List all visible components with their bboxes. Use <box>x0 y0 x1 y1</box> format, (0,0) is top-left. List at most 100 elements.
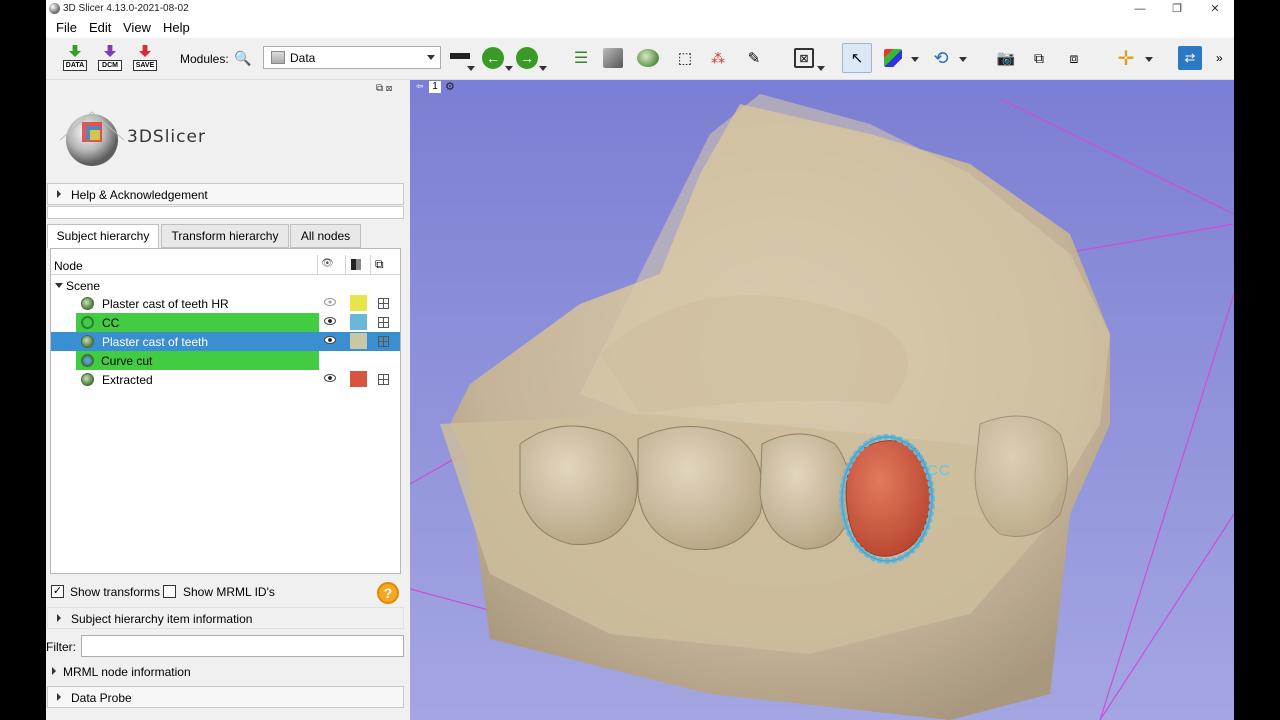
place-markup-button[interactable] <box>884 44 902 72</box>
column-divider <box>345 255 346 275</box>
pin-icon[interactable]: ⇦ <box>416 81 424 92</box>
grid-icon[interactable] <box>378 298 389 309</box>
data-probe-label: Data Probe <box>71 691 132 705</box>
model-icon <box>81 297 94 310</box>
subject-hierarchy-tree[interactable]: Node 👁 ⧉ Scene Plaster cast of teeth HR <box>50 248 401 574</box>
arrow-left-icon: ← <box>482 47 504 69</box>
maximize-button[interactable]: ❐ <box>1166 1 1188 17</box>
tab-subject-hierarchy[interactable]: Subject hierarchy <box>47 224 159 249</box>
window-title: 3D Slicer 4.13.0-2021-08-02 <box>63 3 189 14</box>
transforms-module-button[interactable]: ⬚ <box>673 44 697 72</box>
show-mrml-ids-checkbox[interactable] <box>163 585 176 598</box>
curve-cc-label: CC <box>927 462 951 479</box>
mrml-node-information-section[interactable]: MRML node information <box>46 660 399 682</box>
grid-icon[interactable] <box>378 336 389 347</box>
chevron-down-icon <box>539 66 547 71</box>
item-information-section[interactable]: Subject hierarchy item information <box>47 607 404 629</box>
column-divider <box>370 255 371 275</box>
caret-right-icon <box>57 190 61 198</box>
pointer-arrow-icon: ↖ <box>842 43 872 73</box>
scene-view-button[interactable]: ⧉ <box>1027 44 1051 72</box>
tree-row[interactable]: Extracted <box>51 370 400 389</box>
color-swatch[interactable] <box>350 371 367 387</box>
transform-icon: ⬚ <box>677 50 693 67</box>
tree-row[interactable]: Curve cut <box>51 351 400 370</box>
load-dicom-icon: DCM <box>98 45 122 71</box>
minimize-button[interactable]: — <box>1129 1 1151 17</box>
help-acknowledgement-section[interactable]: Help & Acknowledgement <box>47 183 404 205</box>
crosshair-mode-button[interactable]: ⟲ <box>929 44 953 72</box>
segment-editor-button[interactable]: ✎ <box>742 44 766 72</box>
module-selector[interactable]: Data <box>263 46 441 69</box>
view-number: 1 <box>429 81 441 93</box>
crosshair-button[interactable]: ✛ <box>1114 44 1138 72</box>
tree-row[interactable]: Plaster cast of teeth HR <box>51 294 400 313</box>
grid-icon[interactable] <box>378 374 389 385</box>
history-bar-icon <box>450 53 470 59</box>
modules-label: Modules: <box>180 52 229 66</box>
node-label: Plaster cast of teeth HR <box>102 297 229 311</box>
module-search-icon[interactable]: 🔍 <box>234 44 251 72</box>
chevron-down-icon <box>911 57 919 62</box>
scene-restore-button[interactable]: ⧈ <box>1062 44 1086 72</box>
view-layout-button[interactable]: ⊠ <box>794 44 814 72</box>
caret-down-icon[interactable] <box>55 283 63 288</box>
eye-closed-icon[interactable] <box>324 298 336 306</box>
extension-manager-button[interactable]: ⇄ <box>1178 44 1202 72</box>
load-data-button[interactable]: DATA <box>63 44 87 72</box>
color-swatch[interactable] <box>350 295 367 311</box>
toolbar-overflow-button[interactable]: » <box>1216 44 1223 72</box>
tree-row[interactable]: CC <box>51 313 400 332</box>
help-question-icon[interactable]: ? <box>377 582 399 604</box>
tree-row-selected[interactable]: Plaster cast of teeth <box>51 332 400 351</box>
close-panel-icon[interactable]: ⊠ <box>386 83 392 94</box>
menu-help[interactable]: Help <box>163 20 190 35</box>
markup-points-icon: ⁂ <box>711 49 725 66</box>
save-label: SAVE <box>133 60 157 71</box>
camera-icon: 📷 <box>996 50 1016 67</box>
column-node-header[interactable]: Node <box>54 259 83 273</box>
undock-icon[interactable]: ⧉ <box>376 83 383 94</box>
item-information-label: Subject hierarchy item information <box>71 612 253 626</box>
back-button[interactable]: ← <box>482 44 504 72</box>
eye-icon[interactable] <box>324 374 336 382</box>
node-label: Curve cut <box>101 354 153 368</box>
data-module-button[interactable]: ☰ <box>569 44 593 72</box>
volumes-module-button[interactable] <box>603 44 623 72</box>
tab-transform-hierarchy[interactable]: Transform hierarchy <box>161 224 289 248</box>
grid-icon[interactable] <box>378 317 389 328</box>
forward-button[interactable]: → <box>516 44 538 72</box>
slicer-logo-text: 3DSlicer <box>127 127 206 147</box>
transform-column-icon[interactable]: ⧉ <box>375 257 384 272</box>
eye-icon[interactable] <box>324 336 336 344</box>
tab-all-nodes[interactable]: All nodes <box>290 224 361 248</box>
menu-edit[interactable]: Edit <box>89 20 111 35</box>
save-button[interactable]: SAVE <box>133 44 157 72</box>
model-icon <box>81 335 94 348</box>
eye-icon[interactable] <box>324 317 336 325</box>
visibility-column-icon[interactable]: 👁 <box>321 258 334 269</box>
menu-view[interactable]: View <box>123 20 151 35</box>
view-settings-icon[interactable]: ⚙ <box>445 80 455 93</box>
save-icon: SAVE <box>133 45 157 71</box>
mouse-mode-view-button[interactable]: ↖ <box>842 43 872 73</box>
screenshot-button[interactable]: 📷 <box>994 44 1018 72</box>
data-probe-section[interactable]: Data Probe <box>47 686 404 708</box>
arrow-right-icon: → <box>516 47 538 69</box>
color-swatch[interactable] <box>350 314 367 330</box>
filter-input[interactable] <box>81 635 404 657</box>
markups-module-button[interactable]: ⁂ <box>706 44 730 72</box>
place-point-icon <box>884 49 902 67</box>
caret-right-icon <box>52 667 56 675</box>
main-toolbar: DATA DCM SAVE Modules: 🔍 Data ← → ☰ ⬚ ⁂ … <box>46 38 1234 80</box>
load-dicom-button[interactable]: DCM <box>98 44 122 72</box>
3d-view[interactable]: ⇦ 1 ⚙ CC <box>410 80 1234 720</box>
scene-label: Scene <box>66 279 101 293</box>
models-module-button[interactable] <box>637 44 659 72</box>
close-button[interactable]: ✕ <box>1204 1 1226 17</box>
data-module-icon <box>271 51 285 64</box>
menu-file[interactable]: File <box>56 20 77 35</box>
color-column-icon[interactable] <box>351 259 361 270</box>
color-swatch[interactable] <box>350 333 367 349</box>
show-transforms-checkbox[interactable]: ✓ <box>51 585 64 598</box>
